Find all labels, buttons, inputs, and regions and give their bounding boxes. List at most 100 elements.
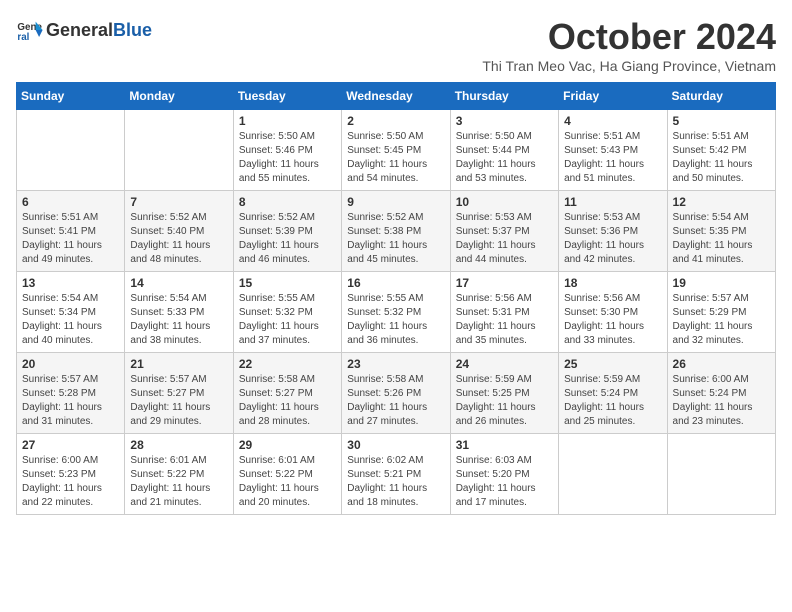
- day-info: Sunrise: 5:57 AM Sunset: 5:27 PM Dayligh…: [130, 373, 227, 429]
- calendar-cell: 4Sunrise: 5:51 AM Sunset: 5:43 PM Daylig…: [559, 110, 667, 191]
- calendar-cell: 31 Sunrise: 6:03 AM Sunset: 5:20 PM Dayli…: [450, 434, 558, 515]
- calendar-cell: 14 Sunrise: 5:54 AM Sunset: 5:33 PM Dayli…: [125, 272, 233, 353]
- calendar-cell: 21 Sunrise: 5:57 AM Sunset: 5:27 PM Dayli…: [125, 353, 233, 434]
- day-info: Sunrise: 6:01 AM Sunset: 5:22 PM Dayligh…: [239, 454, 336, 510]
- calendar-cell: 25 Sunrise: 5:59 AM Sunset: 5:24 PM Dayli…: [559, 353, 667, 434]
- calendar-cell: [17, 110, 125, 191]
- calendar-cell: [667, 434, 775, 515]
- day-number: 1: [239, 114, 336, 128]
- calendar-cell: 12 Sunrise: 5:54 AM Sunset: 5:35 PM Dayli…: [667, 191, 775, 272]
- day-info: Sunrise: 6:03 AM Sunset: 5:20 PM Dayligh…: [456, 454, 553, 510]
- day-info: Sunrise: 6:02 AM Sunset: 5:21 PM Dayligh…: [347, 454, 444, 510]
- day-info: Sunrise: 5:52 AM Sunset: 5:40 PM Dayligh…: [130, 211, 227, 267]
- calendar-cell: 9Sunrise: 5:52 AM Sunset: 5:38 PM Daylig…: [342, 191, 450, 272]
- calendar-cell: 27 Sunrise: 6:00 AM Sunset: 5:23 PM Dayli…: [17, 434, 125, 515]
- day-info: Sunrise: 6:01 AM Sunset: 5:22 PM Dayligh…: [130, 454, 227, 510]
- calendar-week-row: 27 Sunrise: 6:00 AM Sunset: 5:23 PM Dayli…: [17, 434, 776, 515]
- logo-icon: Gene ral: [16, 16, 44, 44]
- day-number: 28: [130, 438, 227, 452]
- day-number: 19: [673, 276, 770, 290]
- day-info: Sunrise: 5:51 AM Sunset: 5:41 PM Dayligh…: [22, 211, 119, 267]
- day-number: 30: [347, 438, 444, 452]
- calendar-cell: 3 Sunrise: 5:50 AM Sunset: 5:44 PM Daylig…: [450, 110, 558, 191]
- day-number: 14: [130, 276, 227, 290]
- weekday-header: Wednesday: [342, 83, 450, 110]
- day-info: Sunrise: 5:57 AM Sunset: 5:29 PM Dayligh…: [673, 292, 770, 348]
- calendar-cell: 18Sunrise: 5:56 AM Sunset: 5:30 PM Dayli…: [559, 272, 667, 353]
- weekday-header: Thursday: [450, 83, 558, 110]
- calendar-cell: 19 Sunrise: 5:57 AM Sunset: 5:29 PM Dayli…: [667, 272, 775, 353]
- day-info: Sunrise: 5:56 AM Sunset: 5:31 PM Dayligh…: [456, 292, 553, 348]
- calendar-week-row: 13 Sunrise: 5:54 AM Sunset: 5:34 PM Dayli…: [17, 272, 776, 353]
- day-number: 27: [22, 438, 119, 452]
- day-number: 13: [22, 276, 119, 290]
- calendar-cell: 10Sunrise: 5:53 AM Sunset: 5:37 PM Dayli…: [450, 191, 558, 272]
- location-subtitle: Thi Tran Meo Vac, Ha Giang Province, Vie…: [482, 58, 776, 74]
- weekday-header: Friday: [559, 83, 667, 110]
- day-info: Sunrise: 5:51 AM Sunset: 5:42 PM Dayligh…: [673, 130, 770, 186]
- weekday-header-row: SundayMondayTuesdayWednesdayThursdayFrid…: [17, 83, 776, 110]
- calendar-cell: 5 Sunrise: 5:51 AM Sunset: 5:42 PM Daylig…: [667, 110, 775, 191]
- day-number: 8: [239, 195, 336, 209]
- day-number: 25: [564, 357, 661, 371]
- day-number: 10: [456, 195, 553, 209]
- svg-text:ral: ral: [17, 32, 29, 43]
- day-info: Sunrise: 6:00 AM Sunset: 5:23 PM Dayligh…: [22, 454, 119, 510]
- day-number: 12: [673, 195, 770, 209]
- day-info: Sunrise: 5:50 AM Sunset: 5:44 PM Dayligh…: [456, 130, 553, 186]
- day-number: 2: [347, 114, 444, 128]
- calendar-cell: 20Sunrise: 5:57 AM Sunset: 5:28 PM Dayli…: [17, 353, 125, 434]
- weekday-header: Tuesday: [233, 83, 341, 110]
- calendar-cell: 1Sunrise: 5:50 AM Sunset: 5:46 PM Daylig…: [233, 110, 341, 191]
- calendar-cell: 28 Sunrise: 6:01 AM Sunset: 5:22 PM Dayli…: [125, 434, 233, 515]
- day-info: Sunrise: 5:58 AM Sunset: 5:26 PM Dayligh…: [347, 373, 444, 429]
- logo-general: General: [46, 20, 113, 40]
- day-number: 31: [456, 438, 553, 452]
- day-number: 3: [456, 114, 553, 128]
- calendar-cell: 11Sunrise: 5:53 AM Sunset: 5:36 PM Dayli…: [559, 191, 667, 272]
- day-number: 22: [239, 357, 336, 371]
- day-info: Sunrise: 5:51 AM Sunset: 5:43 PM Dayligh…: [564, 130, 661, 186]
- day-info: Sunrise: 5:56 AM Sunset: 5:30 PM Dayligh…: [564, 292, 661, 348]
- logo-blue: Blue: [113, 20, 152, 40]
- day-info: Sunrise: 5:50 AM Sunset: 5:45 PM Dayligh…: [347, 130, 444, 186]
- day-info: Sunrise: 5:54 AM Sunset: 5:35 PM Dayligh…: [673, 211, 770, 267]
- calendar-cell: 6 Sunrise: 5:51 AM Sunset: 5:41 PM Daylig…: [17, 191, 125, 272]
- day-number: 24: [456, 357, 553, 371]
- month-title: October 2024: [482, 16, 776, 58]
- day-info: Sunrise: 5:58 AM Sunset: 5:27 PM Dayligh…: [239, 373, 336, 429]
- day-number: 26: [673, 357, 770, 371]
- weekday-header: Sunday: [17, 83, 125, 110]
- calendar-cell: 22 Sunrise: 5:58 AM Sunset: 5:27 PM Dayli…: [233, 353, 341, 434]
- day-number: 29: [239, 438, 336, 452]
- day-info: Sunrise: 5:52 AM Sunset: 5:39 PM Dayligh…: [239, 211, 336, 267]
- day-number: 5: [673, 114, 770, 128]
- day-number: 9: [347, 195, 444, 209]
- logo: Gene ral GeneralBlue: [16, 16, 152, 44]
- day-number: 21: [130, 357, 227, 371]
- day-number: 20: [22, 357, 119, 371]
- calendar-cell: 30 Sunrise: 6:02 AM Sunset: 5:21 PM Dayli…: [342, 434, 450, 515]
- calendar-week-row: 6 Sunrise: 5:51 AM Sunset: 5:41 PM Daylig…: [17, 191, 776, 272]
- weekday-header: Monday: [125, 83, 233, 110]
- calendar-cell: 16Sunrise: 5:55 AM Sunset: 5:32 PM Dayli…: [342, 272, 450, 353]
- day-number: 6: [22, 195, 119, 209]
- day-info: Sunrise: 5:59 AM Sunset: 5:25 PM Dayligh…: [456, 373, 553, 429]
- day-info: Sunrise: 5:54 AM Sunset: 5:33 PM Dayligh…: [130, 292, 227, 348]
- weekday-header: Saturday: [667, 83, 775, 110]
- calendar-week-row: 1Sunrise: 5:50 AM Sunset: 5:46 PM Daylig…: [17, 110, 776, 191]
- calendar-cell: [125, 110, 233, 191]
- day-info: Sunrise: 5:54 AM Sunset: 5:34 PM Dayligh…: [22, 292, 119, 348]
- calendar-cell: 7Sunrise: 5:52 AM Sunset: 5:40 PM Daylig…: [125, 191, 233, 272]
- day-number: 23: [347, 357, 444, 371]
- day-info: Sunrise: 5:55 AM Sunset: 5:32 PM Dayligh…: [347, 292, 444, 348]
- day-number: 17: [456, 276, 553, 290]
- calendar-cell: 29 Sunrise: 6:01 AM Sunset: 5:22 PM Dayli…: [233, 434, 341, 515]
- page-header: Gene ral GeneralBlue October 2024 Thi Tr…: [16, 16, 776, 74]
- day-number: 11: [564, 195, 661, 209]
- day-info: Sunrise: 6:00 AM Sunset: 5:24 PM Dayligh…: [673, 373, 770, 429]
- day-number: 15: [239, 276, 336, 290]
- calendar-cell: 15Sunrise: 5:55 AM Sunset: 5:32 PM Dayli…: [233, 272, 341, 353]
- day-info: Sunrise: 5:59 AM Sunset: 5:24 PM Dayligh…: [564, 373, 661, 429]
- calendar-cell: 26 Sunrise: 6:00 AM Sunset: 5:24 PM Dayli…: [667, 353, 775, 434]
